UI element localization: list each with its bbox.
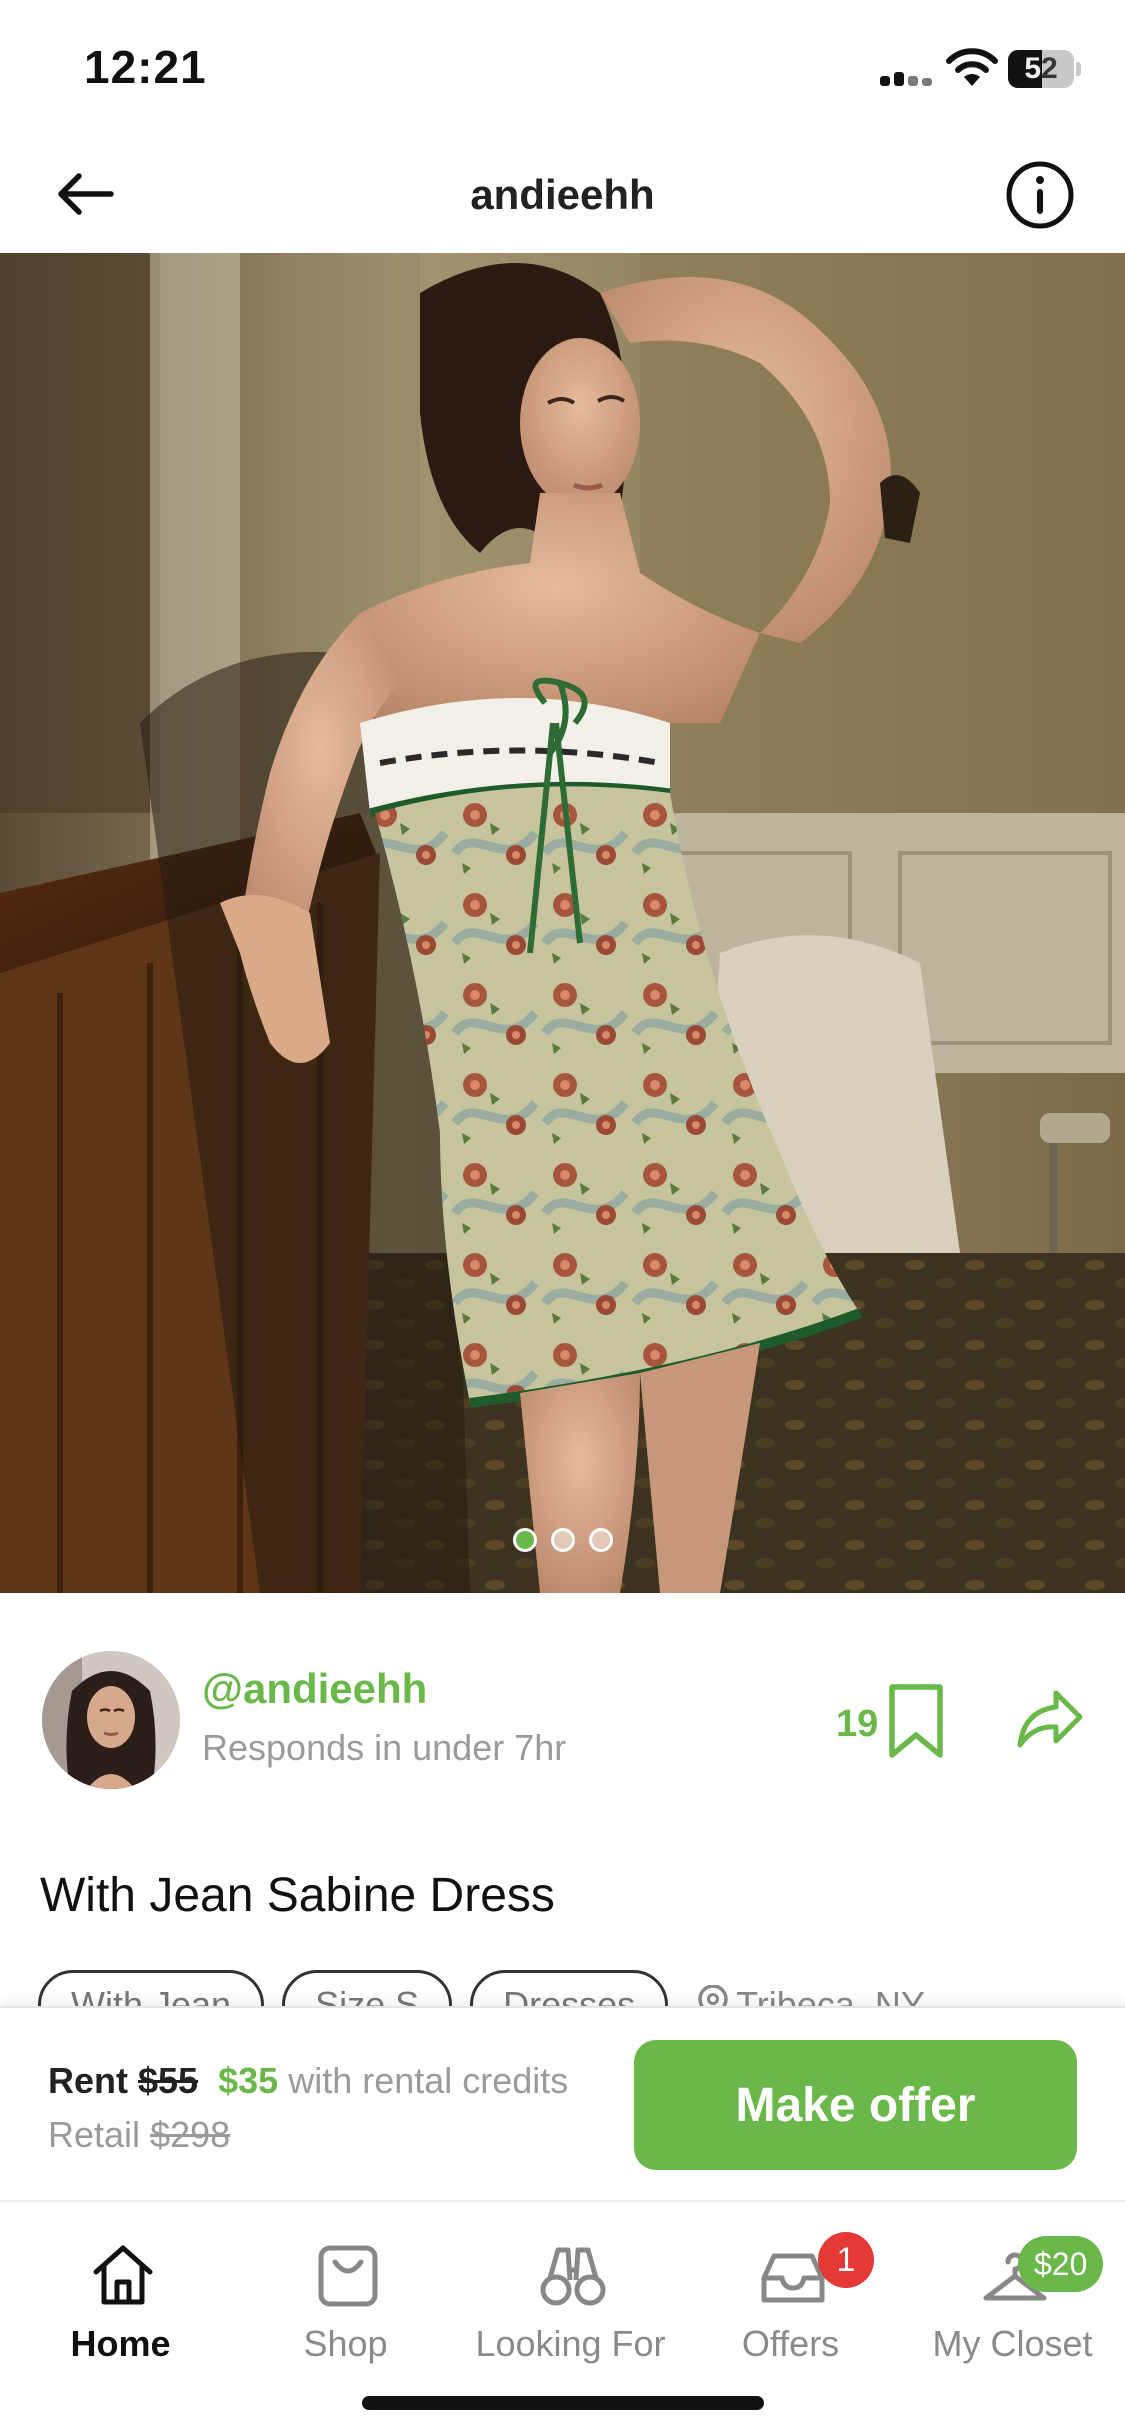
info-circle-icon (1006, 161, 1074, 229)
pager-dot[interactable] (588, 1528, 613, 1552)
rent-credit-note: with rental credits (288, 2060, 569, 2101)
status-bar: 12:21 52 (0, 0, 1125, 135)
save-count: 19 (836, 1703, 879, 1745)
price-bar: Rent $55 $35 with rental credits Retail … (0, 2006, 1125, 2200)
nav-header: andieehh (0, 135, 1125, 253)
photo-pager[interactable] (0, 1528, 1125, 1552)
info-button[interactable] (1004, 159, 1076, 231)
retail-price-value: $298 (150, 2114, 231, 2155)
tab-my-closet[interactable]: $20 My Closet (900, 2220, 1125, 2370)
rent-discounted-price: $35 (218, 2060, 279, 2101)
bookmark-icon (889, 1684, 943, 1758)
battery-icon: 52 (1008, 50, 1081, 88)
tab-label: Shop (303, 2323, 388, 2364)
tag-list: With Jean Size S Dresses Tribeca, NY (38, 1970, 1125, 2010)
cellular-signal-icon (880, 66, 936, 86)
rent-original-price: $55 (138, 2060, 199, 2101)
bookmark-button[interactable] (886, 1681, 946, 1761)
dress-photo-illustration (0, 253, 1125, 1593)
binoculars-icon (540, 2247, 606, 2306)
shopping-bag-icon (318, 2245, 378, 2307)
avatar[interactable] (42, 1651, 180, 1789)
tag-chip[interactable]: Size S (282, 1970, 453, 2010)
tab-label: Home (70, 2323, 171, 2364)
rent-label: Rent (48, 2060, 128, 2101)
tab-shop[interactable]: Shop (233, 2220, 458, 2370)
listing-page: 12:21 52 andieehh @andieehh Responds in … (0, 0, 1125, 2436)
seller-handle[interactable]: @andieehh (202, 1665, 427, 1713)
item-title: With Jean Sabine Dress (40, 1869, 555, 1922)
tab-looking-for[interactable]: Looking For (458, 2220, 683, 2370)
retail-price: Retail $298 (48, 2114, 230, 2156)
tab-home[interactable]: Home (8, 2220, 233, 2370)
tag-chip[interactable]: Dresses (470, 1970, 669, 2010)
retail-label: Retail (48, 2114, 141, 2155)
listing-photo[interactable] (0, 253, 1125, 1593)
closet-credit-badge: $20 (1018, 2236, 1104, 2292)
inbox-tray-icon (761, 2253, 825, 2303)
tab-label: Looking For (475, 2323, 666, 2364)
battery-level: 52 (1024, 52, 1058, 85)
make-offer-button[interactable]: Make offer (634, 2040, 1077, 2170)
seller-row: @andieehh Responds in under 7hr 19 (0, 1593, 1125, 1833)
tag-chip[interactable]: With Jean (38, 1970, 265, 2010)
pager-dot[interactable] (512, 1528, 537, 1552)
offers-badge: 1 (818, 2232, 874, 2288)
location-tag: Tribeca, NY (686, 1970, 925, 2010)
location-label: Tribeca, NY (736, 1984, 925, 2010)
tab-label: My Closet (932, 2323, 1093, 2364)
tab-label: Offers (741, 2323, 840, 2364)
response-time: Responds in under 7hr (202, 1727, 567, 1768)
home-indicator (362, 2396, 764, 2410)
rent-price: Rent $55 $35 with rental credits (48, 2060, 568, 2102)
share-button[interactable] (1016, 1687, 1084, 1751)
share-arrow-icon (1017, 1690, 1083, 1748)
page-title: andieehh (470, 171, 655, 218)
tab-offers[interactable]: 1 Offers (678, 2220, 903, 2370)
status-time: 12:21 (84, 41, 207, 93)
home-icon (93, 2245, 153, 2305)
pager-dot[interactable] (550, 1528, 575, 1552)
wifi-icon (944, 48, 1000, 88)
